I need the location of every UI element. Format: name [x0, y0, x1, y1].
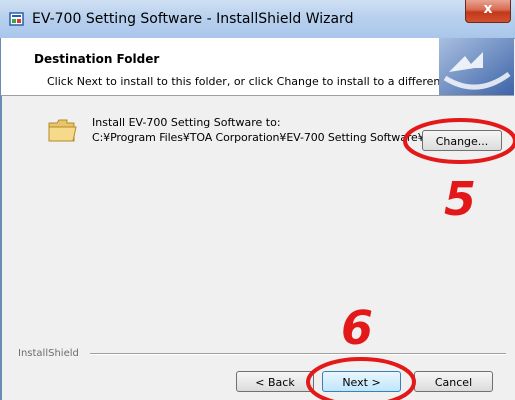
step-number-6: 6 [341, 301, 374, 355]
next-button[interactable]: Next > [322, 371, 401, 392]
change-button[interactable]: Change... [422, 130, 502, 151]
installshield-graphic [439, 38, 514, 95]
title-bar: EV-700 Setting Software - InstallShield … [0, 0, 515, 39]
page-subtitle: Click Next to install to this folder, or… [47, 75, 483, 88]
page-title: Destination Folder [34, 52, 160, 66]
install-path: C:¥Program Files¥TOA Corporation¥EV-700 … [92, 131, 425, 144]
close-button[interactable]: x [465, 0, 511, 23]
installshield-brand: InstallShield [18, 348, 79, 359]
back-button[interactable]: < Back [236, 371, 314, 392]
close-icon: x [483, 1, 493, 17]
cancel-button[interactable]: Cancel [414, 371, 493, 392]
step-number-5: 5 [444, 172, 477, 226]
folder-icon [48, 119, 77, 142]
install-to-label: Install EV-700 Setting Software to: [92, 116, 281, 129]
installer-icon [9, 12, 24, 26]
footer-divider [90, 353, 506, 355]
installshield-wizard-window: EV-700 Setting Software - InstallShield … [0, 0, 515, 400]
wizard-header: Destination Folder Click Next to install… [1, 38, 514, 96]
window-title: EV-700 Setting Software - InstallShield … [32, 11, 354, 27]
